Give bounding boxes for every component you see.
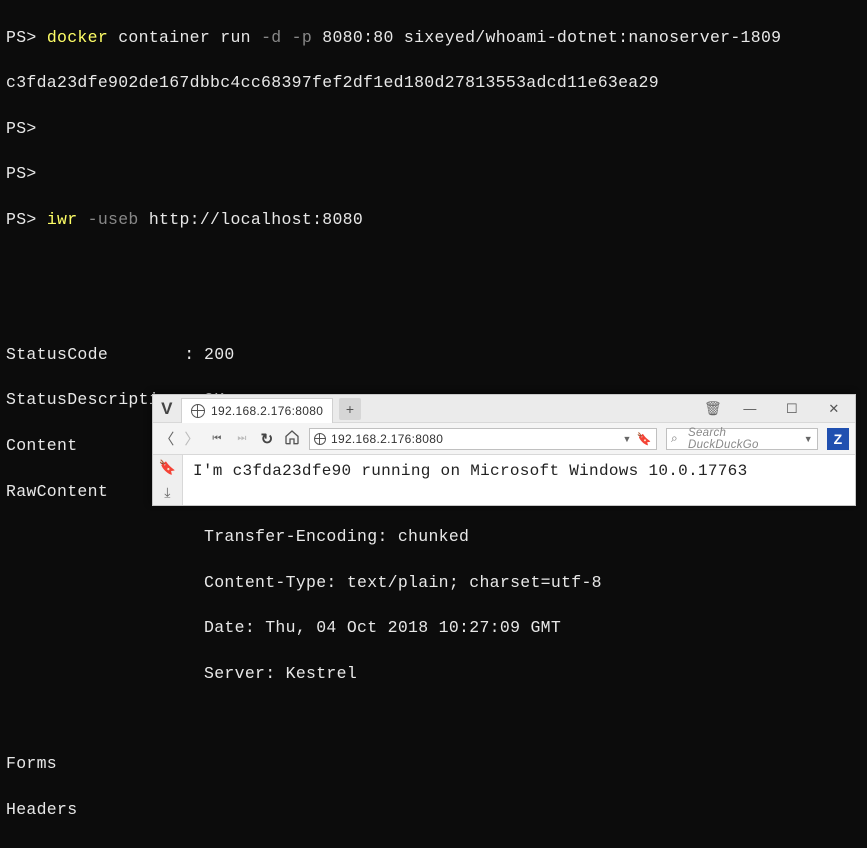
terminal-line: PS> docker container run -d -p 8080:80 s… — [6, 27, 861, 50]
home-button[interactable] — [284, 429, 300, 448]
browser-toolbar: 〈 〉 ⏮ ⏭ ↻ 192.168.2.176:8080 ▼ 🔖 ⌕ Searc… — [153, 423, 855, 455]
output-line: Date: Thu, 04 Oct 2018 10:27:09 GMT — [6, 617, 861, 640]
container-id: c3fda23dfe902de167dbbc4cc68397fef2df1ed1… — [6, 72, 861, 95]
cmd-docker: docker — [47, 28, 108, 47]
ps-prompt: PS> — [6, 118, 861, 141]
bookmarks-panel-icon[interactable]: 🔖 — [159, 459, 177, 476]
output-line: Transfer-Encoding: chunked — [6, 526, 861, 549]
trash-icon[interactable]: 🗑 — [697, 400, 729, 417]
minimize-button[interactable]: — — [729, 401, 771, 416]
ps-prompt: PS> — [6, 210, 37, 229]
ps-prompt: PS> — [6, 28, 37, 47]
close-button[interactable]: ✕ — [813, 401, 855, 417]
new-tab-button[interactable]: + — [339, 398, 361, 420]
globe-icon — [191, 404, 205, 418]
terminal-line: PS> iwr -useb http://localhost:8080 — [6, 209, 861, 232]
back-button[interactable]: 〈 — [159, 428, 175, 449]
url-text: 192.168.2.176:8080 — [331, 432, 618, 446]
bookmark-icon[interactable]: 🔖 — [637, 432, 652, 446]
output-line: Server: Kestrel — [6, 663, 861, 686]
vivaldi-logo-icon[interactable]: V — [153, 399, 181, 419]
output-label-forms: Forms — [6, 753, 861, 776]
output-line: StatusCode: 200 — [6, 344, 861, 367]
globe-icon — [314, 433, 326, 445]
extension-z-icon[interactable]: Z — [827, 428, 849, 450]
output-line: Content-Type: text/plain; charset=utf-8 — [6, 572, 861, 595]
downloads-panel-icon[interactable]: ⤓ — [164, 484, 171, 501]
reload-button[interactable]: ↻ — [259, 430, 275, 448]
maximize-button[interactable]: ☐ — [771, 401, 813, 417]
rewind-button[interactable]: ⏮ — [209, 433, 225, 444]
search-icon: ⌕ — [671, 431, 683, 446]
browser-tab[interactable]: 192.168.2.176:8080 — [181, 398, 333, 423]
ps-prompt: PS> — [6, 163, 861, 186]
fastforward-button[interactable]: ⏭ — [234, 433, 250, 444]
forward-button[interactable]: 〉 — [184, 428, 200, 449]
url-bar[interactable]: 192.168.2.176:8080 ▼ 🔖 — [309, 428, 657, 450]
search-placeholder: Search DuckDuckGo — [688, 427, 799, 451]
search-bar[interactable]: ⌕ Search DuckDuckGo ▼ — [666, 428, 818, 450]
page-body-text: I'm c3fda23dfe90 running on Microsoft Wi… — [193, 462, 748, 480]
output-label-headers: Headers — [6, 799, 861, 822]
browser-window: V 192.168.2.176:8080 + 🗑 — ☐ ✕ 〈 〉 ⏮ ⏭ ↻… — [152, 394, 856, 506]
page-content: I'm c3fda23dfe90 running on Microsoft Wi… — [183, 455, 855, 505]
tab-title: 192.168.2.176:8080 — [211, 404, 323, 418]
browser-titlebar[interactable]: V 192.168.2.176:8080 + 🗑 — ☐ ✕ — [153, 395, 855, 423]
dropdown-icon[interactable]: ▼ — [623, 434, 632, 444]
cmd-iwr: iwr — [47, 210, 78, 229]
browser-side-panel: 🔖 ⤓ — [153, 455, 183, 505]
dropdown-icon[interactable]: ▼ — [804, 434, 813, 444]
